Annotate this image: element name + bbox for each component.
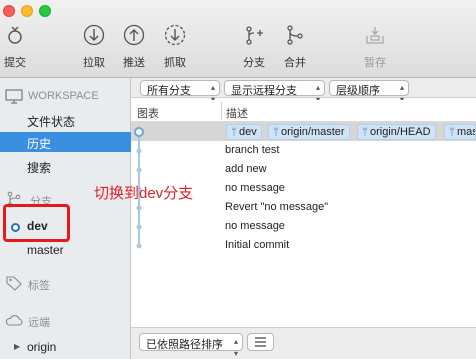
expand-arrow-icon[interactable]: ▶ [14, 342, 20, 351]
commit-list: ᛘ dev ᛘ origin/master ᛘ origin/HEAD ᛘ mas br… [131, 122, 476, 327]
toolbar: 提交 拉取 推送 抓取 分支 合并 暂存 [0, 0, 476, 78]
commit-message: branch test [225, 144, 280, 156]
ref-tag: ᛘ dev [226, 124, 262, 140]
ref-tag: ᛘ origin/master [268, 124, 350, 140]
tag-icon [6, 276, 22, 291]
list-view-button[interactable] [247, 333, 274, 351]
push-button[interactable]: 推送 [114, 24, 154, 70]
commit-message: Initial commit [225, 239, 290, 251]
commit-node [134, 127, 144, 137]
description-column-header[interactable]: 描述 [226, 105, 248, 121]
column-header: 图表 描述 [131, 100, 476, 122]
branch-icon: ᛘ [362, 127, 368, 138]
stash-icon [366, 27, 384, 44]
order-value: 层级顺序 [336, 85, 380, 97]
branch-filter-value: 所有分支 [147, 85, 191, 97]
commit-node [136, 243, 142, 249]
commit-message: no message [225, 182, 285, 194]
merge-icon [287, 25, 303, 45]
list-icon [255, 337, 266, 347]
pull-label: 拉取 [83, 57, 105, 69]
ref-label: origin/master [281, 126, 345, 138]
remote-filter-value: 显示远程分支 [231, 85, 297, 97]
monitor-icon [5, 89, 23, 104]
cloud-icon [5, 315, 23, 326]
branch-filter-dropdown[interactable]: 所有分支 ▴▾ [140, 80, 220, 104]
fetch-button[interactable]: 抓取 [155, 24, 195, 70]
graph-column-header[interactable]: 图表 [137, 105, 159, 121]
sidebar-item-search[interactable]: 搜索 [0, 156, 131, 176]
commit-node [136, 224, 142, 230]
fetch-icon [164, 24, 186, 46]
ref-label: dev [239, 126, 257, 138]
bottom-bar: 已依照路径排序 ▴ ▾ [131, 327, 476, 359]
sidebar-item-origin[interactable]: ▶ origin [0, 337, 131, 357]
table-row[interactable]: ᛘ dev ᛘ origin/master ᛘ origin/HEAD ᛘ mas [131, 122, 476, 141]
maximize-window-button[interactable] [39, 5, 51, 17]
commit-graph [134, 127, 144, 249]
branch-label: 分支 [243, 57, 265, 69]
commit-node [136, 205, 142, 211]
minimize-window-button[interactable] [21, 5, 33, 17]
commit-button[interactable]: 提交 [0, 24, 35, 70]
stash-label: 暂存 [364, 57, 386, 69]
sidebar-item-label: origin [27, 340, 57, 354]
branch-button[interactable]: 分支 [234, 24, 274, 70]
push-label: 推送 [123, 57, 145, 69]
dropdown-arrows-icon: ▴▾ [233, 337, 238, 358]
close-window-button[interactable] [3, 5, 15, 17]
workspace-label: WORKSPACE [28, 90, 99, 102]
remotes-section[interactable]: 远端 [0, 310, 131, 330]
commit-node [136, 148, 142, 154]
order-dropdown[interactable]: 层级顺序 ▴▾ [329, 80, 409, 104]
tags-label: 标签 [28, 280, 50, 292]
fetch-label: 抓取 [164, 57, 186, 69]
sidebar-item-label: 搜索 [27, 161, 52, 175]
branch-icon: ᛘ [449, 127, 455, 138]
current-branch-indicator-icon [11, 223, 20, 232]
push-icon [123, 24, 145, 46]
pull-icon [83, 24, 105, 46]
table-row[interactable]: no message [131, 217, 476, 236]
annotation-text: 切换到dev分支 [94, 185, 194, 202]
sidebar-item-label: 文件状态 [27, 115, 76, 129]
commit-node [136, 167, 142, 173]
sidebar-item-history[interactable]: 历史 [0, 132, 131, 152]
sidebar-item-file-status[interactable]: 文件状态 [0, 110, 131, 130]
merge-label: 合并 [284, 57, 306, 69]
ref-tag: ᛘ origin/HEAD [357, 124, 436, 140]
branch-icon: ᛘ [231, 127, 237, 138]
ref-label: origin/HEAD [370, 126, 431, 138]
ref-label: mas [457, 126, 476, 138]
branch-icon [246, 26, 263, 45]
remote-filter-dropdown[interactable]: 显示远程分支 ▴▾ [224, 80, 325, 104]
commit-message: Revert "no message" [225, 201, 329, 213]
table-row[interactable]: branch test [131, 141, 476, 160]
table-row[interactable]: Initial commit [131, 236, 476, 255]
table-row[interactable]: add new [131, 160, 476, 179]
column-divider[interactable] [221, 102, 222, 120]
filter-bar: 所有分支 ▴▾ 显示远程分支 ▴▾ 层级顺序 ▴▾ [131, 78, 476, 104]
branch-icon: ᛘ [273, 127, 279, 138]
commit-message: no message [225, 220, 285, 232]
sidebar-item-label: 历史 [27, 137, 52, 151]
commit-label: 提交 [4, 57, 26, 69]
merge-button[interactable]: 合并 [275, 24, 315, 70]
pull-button[interactable]: 拉取 [74, 24, 114, 70]
sort-dropdown[interactable]: 已依照路径排序 ▴ ▾ [139, 333, 243, 358]
ref-tag: ᛘ mas [444, 124, 476, 140]
sort-value: 已依照路径排序 [146, 339, 223, 351]
sidebar-item-label: master [27, 243, 64, 257]
remotes-label: 远端 [28, 317, 50, 329]
stash-button[interactable]: 暂存 [355, 24, 395, 70]
sidebar-item-master[interactable]: master [0, 240, 131, 260]
commit-icon [8, 26, 22, 44]
tags-section[interactable]: 标签 [0, 273, 131, 293]
commit-message: add new [225, 163, 267, 175]
workspace-section: WORKSPACE [0, 86, 131, 106]
